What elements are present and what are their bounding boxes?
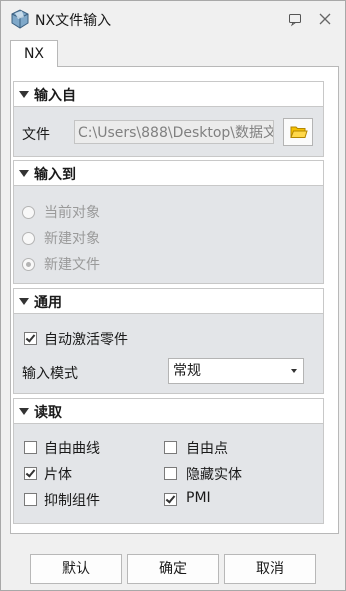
group-import-from-header[interactable]: 输入自 [14, 82, 323, 107]
group-import-from: 输入自 文件 C:\Users\888\Desktop\数据文 [13, 81, 324, 157]
folder-icon [290, 126, 308, 138]
pmi-checkbox[interactable] [164, 493, 177, 506]
app-logo-icon [10, 9, 30, 29]
radio-new-object-label: 新建对象 [44, 231, 100, 247]
group-read: 读取 自由曲线 自由点 片体 隐藏实体 抑制组件 PMI [13, 398, 324, 524]
suppressed-component-label: 抑制组件 [44, 493, 100, 509]
sheet-body-label: 片体 [44, 467, 72, 483]
group-general: 通用 自动激活零件 输入模式 常规 [13, 288, 324, 394]
nx-import-dialog: NX文件输入 NX 输入自 文件 C:\Users\888\Desktop\数据… [0, 0, 346, 591]
cancel-button[interactable]: 取消 [224, 554, 316, 584]
hidden-solid-label: 隐藏实体 [186, 467, 242, 483]
import-mode-value: 常规 [173, 363, 201, 379]
help-icon[interactable] [287, 11, 303, 27]
import-mode-label: 输入模式 [22, 366, 78, 382]
caret-down-icon [19, 91, 29, 98]
free-curve-checkbox[interactable] [24, 441, 37, 454]
chevron-down-icon [291, 369, 297, 373]
caret-down-icon [19, 408, 29, 415]
free-curve-label: 自由曲线 [44, 441, 100, 457]
radio-new-file[interactable] [22, 258, 35, 271]
window-title: NX文件输入 [35, 13, 112, 29]
caret-down-icon [19, 298, 29, 305]
group-title: 读取 [34, 405, 62, 421]
close-icon[interactable] [317, 11, 333, 27]
radio-new-object[interactable] [22, 232, 35, 245]
free-point-checkbox[interactable] [164, 441, 177, 454]
sheet-body-checkbox[interactable] [24, 467, 37, 480]
ok-button[interactable]: 确定 [127, 554, 219, 584]
group-title: 输入自 [34, 88, 76, 104]
auto-activate-label: 自动激活零件 [44, 332, 128, 348]
group-read-header[interactable]: 读取 [14, 399, 323, 424]
group-import-to: 输入到 当前对象 新建对象 新建文件 [13, 160, 324, 284]
caret-down-icon [19, 170, 29, 177]
browse-file-button[interactable] [283, 118, 313, 146]
tab-nx[interactable]: NX [10, 40, 58, 67]
group-import-to-header[interactable]: 输入到 [14, 161, 323, 186]
file-label: 文件 [22, 127, 50, 143]
free-point-label: 自由点 [186, 441, 228, 457]
hidden-solid-checkbox[interactable] [164, 467, 177, 480]
auto-activate-checkbox[interactable] [24, 332, 37, 345]
suppressed-component-checkbox[interactable] [24, 493, 37, 506]
pmi-label: PMI [186, 490, 211, 506]
group-title: 输入到 [34, 167, 76, 183]
group-title: 通用 [34, 295, 62, 311]
title-bar: NX文件输入 [1, 1, 345, 37]
file-path-field[interactable]: C:\Users\888\Desktop\数据文 [74, 120, 274, 144]
group-general-header[interactable]: 通用 [14, 289, 323, 314]
default-button[interactable]: 默认 [30, 554, 122, 584]
radio-current-object[interactable] [22, 206, 35, 219]
radio-current-object-label: 当前对象 [44, 205, 100, 221]
radio-new-file-label: 新建文件 [44, 257, 100, 273]
import-mode-select[interactable]: 常规 [168, 358, 304, 384]
